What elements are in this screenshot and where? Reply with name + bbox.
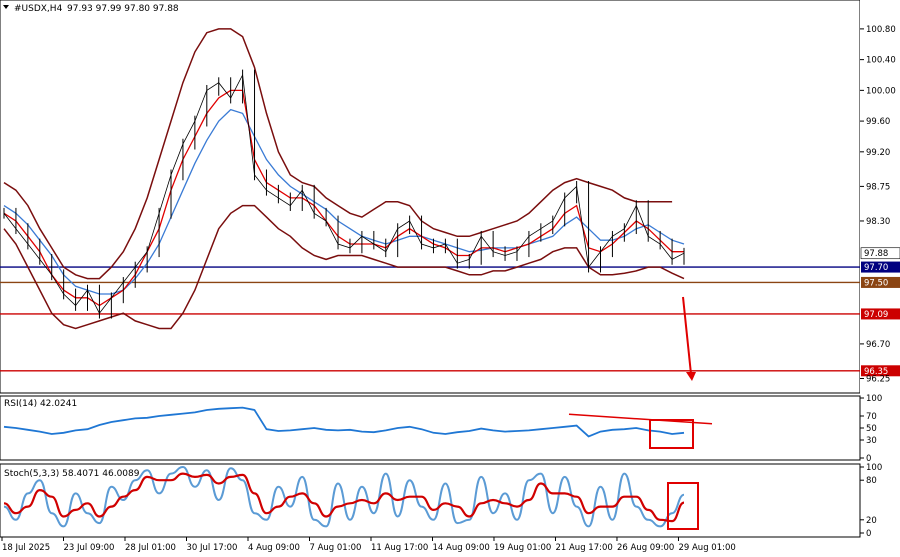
time-tick-label: 21 Aug 17:00	[555, 543, 612, 553]
rsi-tick-label: 70	[866, 412, 877, 422]
price-tick-label: 96.25	[866, 374, 890, 384]
level-tag-label: 97.70	[864, 263, 888, 273]
symbol-label: #USDX,H4	[14, 4, 63, 14]
price-tick-label: 99.60	[866, 117, 890, 127]
trading-chart: 100.80 100.40 100.00 99.60 99.20 98.75 98.30 97…	[0, 0, 900, 557]
time-tick-label: 11 Aug 17:00	[371, 543, 428, 553]
stoch-tick-label: 0	[866, 529, 871, 539]
current-price-label: 97.88	[864, 249, 888, 259]
time-tick-label: 18 Jul 2025	[2, 543, 50, 553]
time-tick-label: 23 Jul 09:00	[63, 543, 114, 553]
price-axis: 100.80 100.40 100.00 99.60 99.20 98.75 98.30 97…	[860, 0, 900, 557]
price-tick-label: 98.75	[866, 182, 890, 192]
stoch-tick-label: 20	[866, 516, 877, 526]
time-tick-label: 7 Aug 01:00	[309, 543, 361, 553]
level-tag-label: 97.50	[864, 278, 888, 288]
time-tick-label: 26 Aug 09:00	[617, 543, 674, 553]
time-tick-label: 29 Aug 01:00	[678, 543, 735, 553]
time-tick-label: 14 Aug 09:00	[432, 543, 489, 553]
price-tick-label: 100.40	[866, 56, 896, 66]
stoch-tick-label: 80	[866, 476, 877, 486]
ohlc-values: 97.93 97.99 97.80 97.88	[67, 4, 179, 14]
chart-header: #USDX,H4 97.93 97.99 97.80 97.88	[3, 4, 179, 14]
price-tick-label: 98.30	[866, 217, 890, 227]
rsi-panel: RSI(14) 42.0241 1007050300	[0, 394, 882, 464]
price-tick-label: 100.00	[866, 86, 896, 96]
price-tick-label: 99.20	[866, 148, 890, 158]
rsi-tick-label: 50	[866, 424, 877, 434]
main-panel-frame	[0, 0, 861, 394]
stoch-tick-label: 100	[866, 463, 882, 473]
time-tick-label: 28 Jul 01:00	[125, 543, 176, 553]
level-tag-label: 97.09	[864, 310, 888, 320]
stoch-label: Stoch(5,3,3) 58.4071 46.0089	[4, 469, 140, 479]
rsi-tick-label: 100	[866, 394, 882, 404]
price-tick-label: 96.70	[866, 340, 890, 350]
rsi-label: RSI(14) 42.0241	[4, 399, 77, 409]
time-axis: 18 Jul 2025 23 Jul 09:00 28 Jul 01:00 30 Ju…	[1, 537, 736, 553]
rsi-panel-frame	[0, 395, 861, 461]
stoch-panel: Stoch(5,3,3) 58.4071 46.0089 100 80 20 0	[0, 463, 882, 539]
rsi-tick-label: 30	[866, 436, 877, 446]
main-panel	[0, 0, 861, 394]
time-tick-label: 4 Aug 09:00	[248, 543, 300, 553]
price-tick-label: 100.80	[866, 25, 896, 35]
time-tick-label: 19 Aug 01:00	[494, 543, 551, 553]
time-tick-label: 30 Jul 17:00	[186, 543, 237, 553]
